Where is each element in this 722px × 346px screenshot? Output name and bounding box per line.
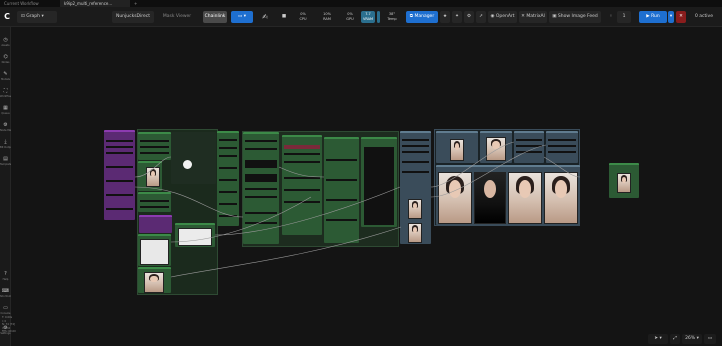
active-count: 0 active: [695, 14, 713, 19]
stat-cpu-label: CPU: [299, 17, 307, 21]
show-image-feed-button[interactable]: ▣ Show Image Feed: [549, 11, 601, 23]
queue-handle-icon[interactable]: ⁞: [607, 11, 615, 23]
sidebar-item-label: Templates: [0, 163, 11, 166]
stat-gpu: 0% GPU: [340, 11, 360, 23]
models-icon: ✎: [3, 71, 8, 77]
help-icon: ?: [4, 271, 7, 277]
stat-line: N: 74 [74]: [2, 323, 16, 326]
keyboard-icon: ⌨: [1, 288, 10, 294]
sidebar-item-label: Node Map: [0, 129, 11, 132]
vram-bar: [377, 11, 380, 23]
show-image-feed-label: Show Image Feed: [557, 14, 598, 19]
run-options-chevron-icon[interactable]: ▾: [668, 11, 674, 23]
comfy-logo-icon[interactable]: C: [2, 11, 12, 23]
sidebar-item-help[interactable]: ? Help: [0, 271, 11, 285]
stat-vram: 7.7 VRAM: [361, 11, 375, 23]
connection-wire: [134, 186, 244, 218]
assets-icon: ◷: [3, 37, 8, 43]
sidebar-item-shortcuts[interactable]: ⌨ Shortcuts: [0, 288, 11, 302]
new-tab-button[interactable]: +: [130, 0, 138, 7]
sidebar-item-workflows[interactable]: ⛶Workflows: [0, 88, 11, 102]
stat-ram-label: RAM: [323, 17, 331, 21]
run-label: Run: [651, 14, 660, 19]
queue-icon: ▦: [3, 105, 8, 111]
sidebar-item-label: Nodes: [1, 61, 10, 64]
connection-wire: [170, 226, 402, 278]
console-icon: ▭: [3, 305, 8, 311]
run-button[interactable]: ▶ Run: [639, 11, 667, 23]
sidebar-item-label: Models: [1, 78, 10, 81]
sidebar-item-label: Bit Outputs: [0, 146, 11, 149]
settings-icon[interactable]: ⚙: [464, 11, 474, 23]
cursor-icon: ➤ ▾: [654, 336, 662, 341]
chainlink-button[interactable]: Chainlink: [203, 11, 227, 23]
workflows-icon: ⛶: [3, 88, 8, 94]
connection-wire: [430, 141, 515, 188]
connection-wire: [214, 186, 401, 236]
matrixai-label: MatrixAI: [526, 14, 545, 19]
node-map-icon: ⚙: [3, 122, 8, 128]
sparkle-icon[interactable]: ✦: [452, 11, 462, 23]
screen-mode-button[interactable]: ▭ ▾: [231, 11, 253, 23]
openart-label: OpenArt: [495, 14, 515, 19]
queue-count-input[interactable]: 1: [617, 11, 631, 23]
sidebar-item-label: Assets: [1, 44, 10, 47]
sidebar-item-templates[interactable]: ▤Templates: [0, 156, 11, 170]
sidebar-item-label: Help: [2, 278, 9, 281]
outputs-icon: ⤓: [4, 139, 7, 145]
star-icon[interactable]: ★: [440, 11, 450, 23]
templates-icon: ▤: [3, 156, 8, 162]
sidebar-item-bit-outputs[interactable]: ⤓Bit Outputs: [0, 139, 11, 153]
extension-button-a[interactable]: NunjucksDirect: [112, 11, 154, 23]
minimap-toggle-icon[interactable]: ▭: [704, 334, 716, 344]
manager-label: Manager: [414, 14, 435, 19]
select-mode-button[interactable]: ➤ ▾: [648, 334, 668, 344]
sidebar-item-nodes[interactable]: ⌬ Nodes: [0, 54, 11, 68]
sidebar-item-node-map[interactable]: ⚙Node Map: [0, 122, 11, 136]
zoom-level-dropdown[interactable]: 26% ▾: [682, 334, 702, 344]
pen-icon[interactable]: ✍: [259, 11, 271, 23]
render-stats: T: 0.00s I: 0 N: 74 [74] V: 132 FPS: 60.…: [2, 316, 16, 334]
connection-wire: [430, 144, 547, 198]
stat-ram: 10% RAM: [316, 11, 338, 23]
stat-temp-label: Temp: [387, 17, 397, 21]
stat-line: FPS: 60.00: [2, 330, 16, 333]
sidebar-item-assets[interactable]: ◷ Assets: [0, 37, 11, 51]
openart-button[interactable]: ◉ OpenArt: [488, 11, 517, 23]
manager-button[interactable]: ⧉ Manager: [406, 11, 438, 23]
top-toolbar: C ⊡ Graph ▾ NunjucksDirect Mask Viewer C…: [0, 7, 722, 27]
chevron-down-icon: ▾: [40, 14, 44, 19]
connection-wire: [170, 196, 312, 243]
sidebar-item-label: Shortcuts: [0, 295, 11, 298]
stat-temp: 38° Temp: [382, 11, 402, 23]
graph-selector[interactable]: ⊡ Graph ▾: [17, 11, 57, 23]
save-icon[interactable]: ■: [278, 11, 290, 23]
connection-wires: [134, 141, 581, 278]
graph-label: Graph: [26, 14, 41, 19]
connection-wire: [134, 156, 172, 178]
tab-workflow-file[interactable]: k9ip2_multi_reference...: [60, 0, 130, 7]
sidebar-item-label: Console: [0, 312, 11, 315]
zoom-level: 26%: [685, 336, 696, 341]
extension-button-b[interactable]: Mask Viewer: [158, 11, 196, 23]
sidebar-item-queue[interactable]: ▦ Queue: [0, 105, 11, 119]
graph-canvas[interactable]: [11, 27, 722, 346]
stat-vram-label: VRAM: [362, 17, 374, 21]
share-icon[interactable]: ➚: [476, 11, 486, 23]
connection-wire: [278, 166, 325, 178]
fit-view-icon[interactable]: ⤢: [670, 334, 680, 344]
stop-icon[interactable]: ✕: [676, 11, 686, 23]
sidebar-item-label: Queue: [1, 112, 10, 115]
tab-current-workflow[interactable]: Current Workflow: [0, 0, 60, 7]
left-sidebar: ◷Assets ⌬Nodes ✎Models ⛶Workflows ▦Queue…: [0, 27, 11, 346]
sidebar-item-models[interactable]: ✎ Models: [0, 71, 11, 85]
nodes-icon: ⌬: [3, 54, 8, 60]
matrixai-button[interactable]: ✕ MatrixAI: [519, 11, 547, 23]
tab-bar: Current Workflow k9ip2_multi_reference..…: [0, 0, 722, 7]
connection-wire: [543, 156, 581, 178]
stat-cpu: 0% CPU: [292, 11, 314, 23]
sidebar-item-label: Workflows: [0, 95, 11, 98]
stat-gpu-label: GPU: [346, 17, 354, 21]
